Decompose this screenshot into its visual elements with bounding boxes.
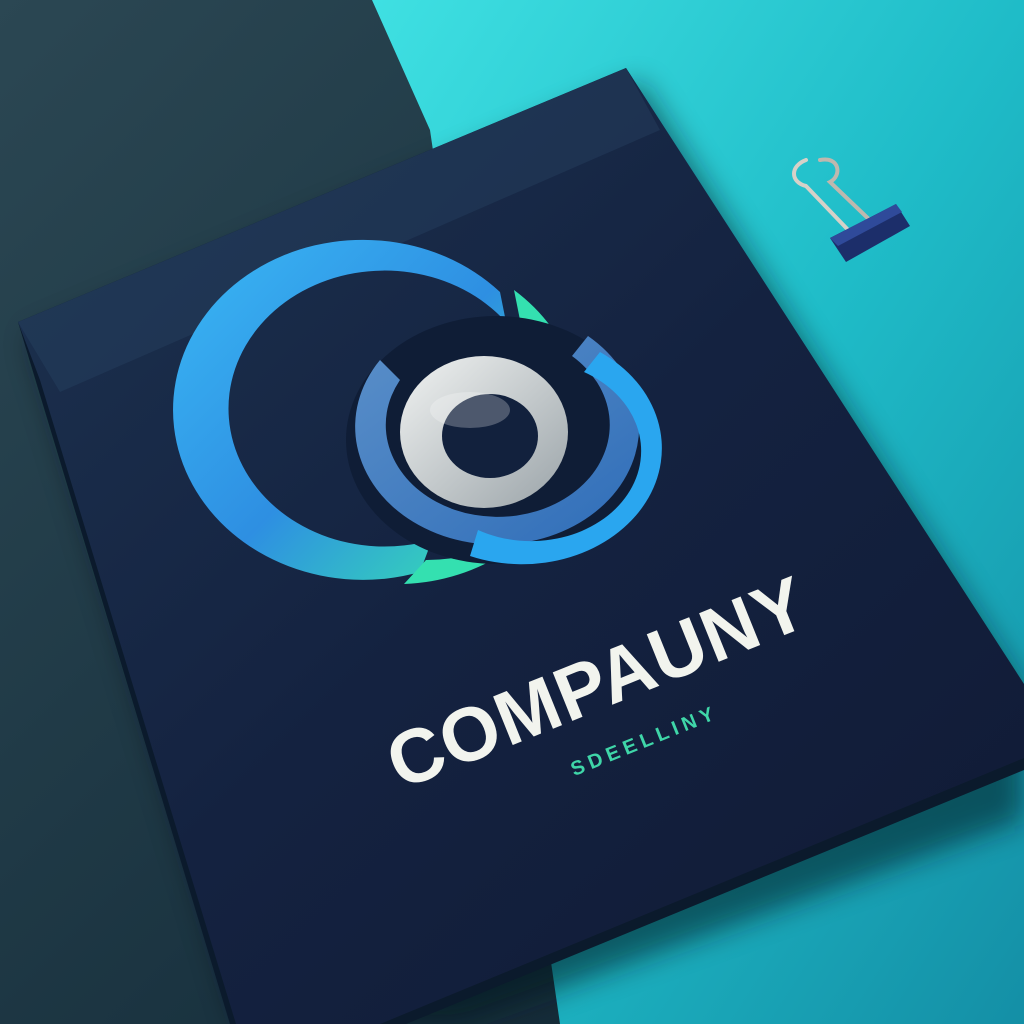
inner-ring-shine: [430, 392, 510, 428]
scene-graphics: COMPAUNY SDEELLINY: [0, 0, 1024, 1024]
mockup-scene: COMPAUNY SDEELLINY: [0, 0, 1024, 1024]
